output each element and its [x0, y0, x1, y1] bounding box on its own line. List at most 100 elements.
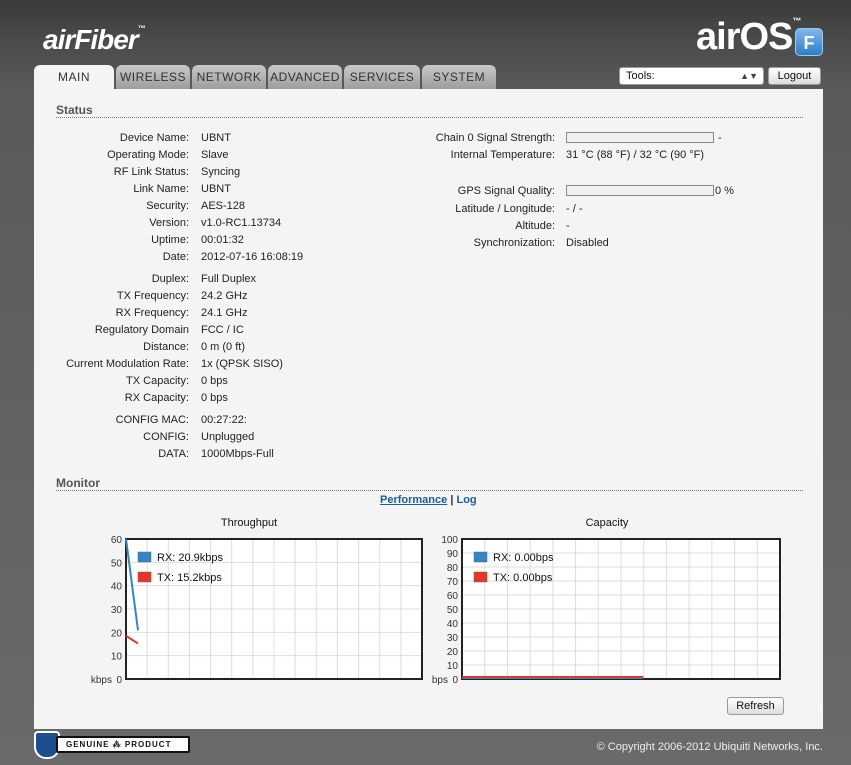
tools-select-value: Tools:	[626, 70, 655, 82]
altitude-label: Altitude:	[515, 220, 555, 232]
monitor-links: Performance | Log	[380, 494, 477, 506]
status-value: Unplugged	[201, 431, 255, 443]
airfiber-logo-text: airFiber	[43, 24, 139, 55]
monitor-divider	[56, 490, 803, 491]
status-row: CONFIG MAC:	[34, 413, 189, 427]
tab-services[interactable]: SERVICES	[344, 65, 420, 89]
status-label: Distance:	[143, 341, 189, 353]
y-tick-label: 70	[447, 577, 459, 588]
y-tick-label: 50	[447, 605, 459, 616]
status-label: Regulatory Domain	[94, 324, 189, 336]
status-row: Duplex:	[34, 272, 189, 286]
airfiber-logo: airFiber™	[43, 24, 146, 56]
log-link[interactable]: Log	[456, 494, 476, 506]
status-row: CONFIG:	[34, 430, 189, 444]
tools-select[interactable]: Tools: ▲▼	[619, 67, 764, 85]
status-label: Date:	[162, 251, 189, 263]
y-tick-label: 60	[111, 535, 123, 546]
temperature-row: Internal Temperature:	[384, 148, 555, 162]
status-label: Operating Mode:	[107, 149, 189, 161]
status-row: Device Name:	[34, 131, 189, 145]
select-arrows-icon: ▲▼	[740, 71, 758, 81]
gps-label: GPS Signal Quality:	[457, 185, 555, 197]
status-row: Version:	[34, 216, 189, 230]
status-row: TX Frequency:	[34, 289, 189, 303]
chain0-value: -	[718, 132, 722, 144]
legend-swatch	[137, 551, 152, 563]
status-row: RX Capacity:	[34, 391, 189, 405]
status-value: 24.2 GHz	[201, 290, 248, 302]
tab-network[interactable]: NETWORK	[192, 65, 266, 89]
status-row: TX Capacity:	[34, 374, 189, 388]
status-label: Version:	[149, 217, 189, 229]
status-value: 0 bps	[201, 392, 228, 404]
airos-logo-tm: ™	[792, 16, 801, 26]
chain0-row: Chain 0 Signal Strength:	[384, 131, 555, 145]
legend-label: RX: 20.9kbps	[157, 552, 224, 564]
status-label: CONFIG:	[143, 431, 189, 443]
altitude-value: -	[566, 220, 570, 232]
gps-signal-bar	[566, 185, 714, 196]
tab-main[interactable]: MAIN	[34, 65, 114, 90]
gps-row: GPS Signal Quality:	[384, 184, 555, 198]
y-tick-label: 20	[447, 647, 459, 658]
y-tick-label: 100	[441, 535, 458, 546]
status-value: UBNT	[201, 183, 231, 195]
legend-swatch	[473, 571, 488, 583]
y-tick-label: 40	[447, 619, 459, 630]
refresh-button[interactable]: Refresh	[727, 697, 784, 715]
status-label: RX Frequency:	[115, 307, 189, 319]
status-title: Status	[56, 103, 93, 117]
status-label: CONFIG MAC:	[115, 414, 189, 426]
y-tick-label: 10	[447, 661, 459, 672]
tab-advanced[interactable]: ADVANCED	[268, 65, 342, 89]
y-tick-label: 30	[111, 605, 123, 616]
gps-value: 0 %	[715, 185, 734, 197]
altitude-row: Altitude:	[384, 219, 555, 233]
latlon-row: Latitude / Longitude:	[384, 202, 555, 216]
status-value: 1x (QPSK SISO)	[201, 358, 283, 370]
status-value: Slave	[201, 149, 229, 161]
status-row: Current Modulation Rate:	[34, 357, 189, 371]
legend-label: TX: 0.00bps	[493, 572, 553, 584]
status-label: DATA:	[158, 448, 189, 460]
status-label: Uptime:	[151, 234, 189, 246]
status-row: Link Name:	[34, 182, 189, 196]
status-row: DATA:	[34, 447, 189, 461]
y-tick-label: 30	[447, 633, 459, 644]
status-value: Syncing	[201, 166, 241, 178]
sync-value: Disabled	[566, 237, 609, 249]
status-value: v1.0-RC1.13734	[201, 217, 282, 229]
airos-f-badge: F	[795, 28, 823, 56]
tab-system[interactable]: SYSTEM	[422, 65, 496, 89]
status-value: 00:27:22:	[201, 414, 247, 426]
status-value: 00:01:32	[201, 234, 244, 246]
status-label: RF Link Status:	[113, 166, 189, 178]
y-tick-label: 40	[111, 582, 123, 593]
logout-button[interactable]: Logout	[768, 67, 821, 85]
status-label: Security:	[146, 200, 189, 212]
status-label: RX Capacity:	[124, 392, 189, 404]
status-label: Current Modulation Rate:	[66, 358, 189, 370]
y-tick-label: 60	[447, 591, 459, 602]
status-row: Date:	[34, 250, 189, 264]
copyright-text: © Copyright 2006-2012 Ubiquiti Networks,…	[596, 741, 823, 753]
tab-wireless[interactable]: WIRELESS	[116, 65, 190, 89]
performance-link[interactable]: Performance	[380, 494, 447, 506]
main-content: Status Device Name: UBNT Operating Mode: Sl…	[34, 89, 823, 729]
status-row: Distance:	[34, 340, 189, 354]
legend-label: TX: 15.2kbps	[157, 572, 222, 584]
monitor-title: Monitor	[56, 476, 100, 490]
status-value: FCC / IC	[201, 324, 244, 336]
throughput-chart-title: Throughput	[220, 517, 278, 529]
temperature-value: 31 °C (88 °F) / 32 °C (90 °F)	[566, 149, 705, 161]
y-tick-label: 20	[111, 628, 123, 639]
latlon-label: Latitude / Longitude:	[455, 203, 555, 215]
airos-logo-text: airOS	[696, 16, 793, 58]
y-tick-label: 10	[111, 652, 123, 663]
y-tick-label: 0	[452, 675, 458, 686]
legend-swatch	[137, 571, 152, 583]
genuine-product-label: GENUINE ⁂ PRODUCT	[56, 736, 190, 753]
temperature-label: Internal Temperature:	[450, 149, 555, 161]
status-row: RX Frequency:	[34, 306, 189, 320]
